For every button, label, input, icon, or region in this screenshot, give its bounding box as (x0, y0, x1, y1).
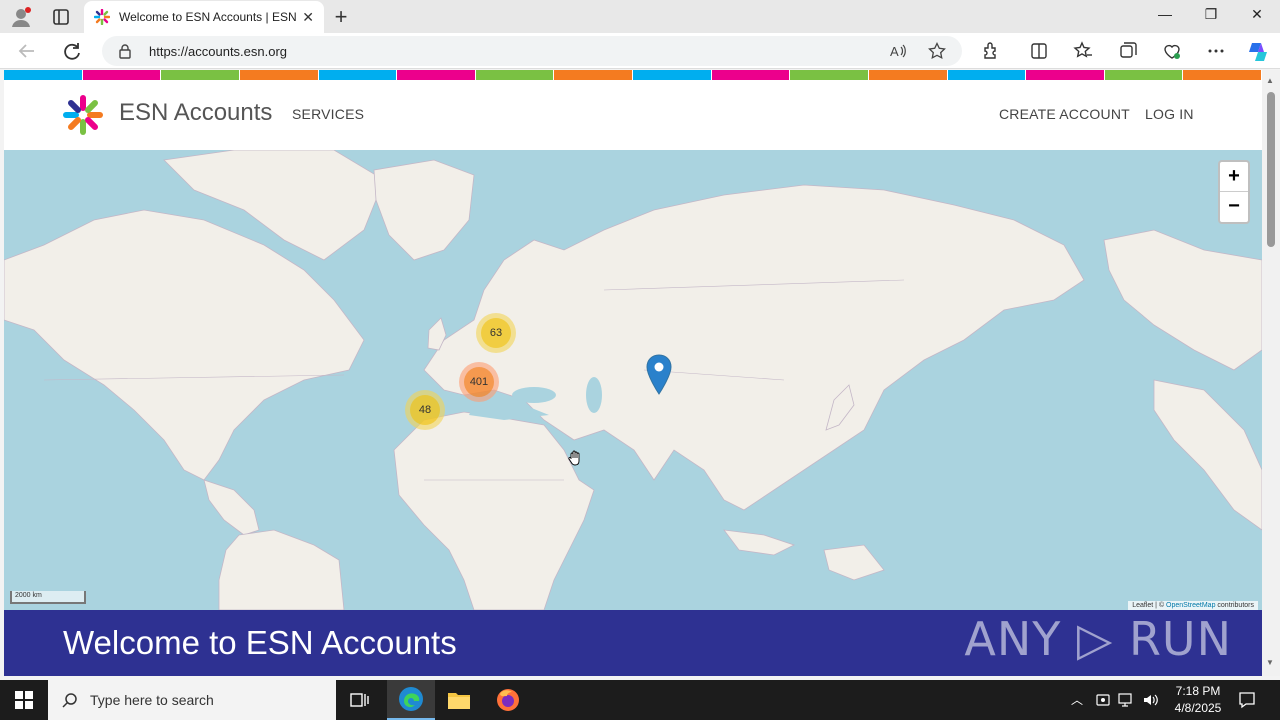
tab-title: Welcome to ESN Accounts | ESN (119, 10, 297, 24)
color-stripe-segment (475, 70, 555, 80)
welcome-banner: Welcome to ESN Accounts ANY ▷ RUN (4, 610, 1262, 676)
firefox-icon (497, 689, 519, 711)
scroll-thumb[interactable] (1267, 92, 1275, 247)
cluster-count: 48 (410, 395, 440, 425)
url-field[interactable]: https://accounts.esn.org A (102, 36, 962, 66)
copilot-icon[interactable] (1246, 40, 1270, 64)
cluster-count: 401 (464, 367, 494, 397)
profile-icon[interactable] (10, 6, 32, 28)
world-map[interactable]: 63 401 48 + − 2000 km Leaflet | © OpenSt… (4, 150, 1262, 610)
scroll-down-icon[interactable]: ▼ (1266, 658, 1274, 667)
map-cluster[interactable]: 48 (405, 390, 445, 430)
site-header: ESN Accounts SERVICES CREATE ACCOUNT LOG… (4, 80, 1262, 150)
favorites-icon[interactable] (1073, 41, 1093, 61)
taskbar-firefox[interactable] (484, 680, 532, 720)
clock-time: 7:18 PM (1175, 684, 1221, 698)
taskbar-edge[interactable] (387, 680, 435, 720)
search-icon (62, 693, 77, 708)
nav-services[interactable]: SERVICES (292, 106, 364, 122)
color-stripe-segment (947, 70, 1027, 80)
color-stripe-segment (239, 70, 319, 80)
zoom-in-button[interactable]: + (1220, 162, 1248, 192)
tab-active[interactable]: Welcome to ESN Accounts | ESN ✕ (84, 1, 324, 33)
hand-cursor-icon (568, 450, 580, 466)
start-button[interactable] (0, 680, 48, 720)
tab-close-icon[interactable]: ✕ (302, 9, 314, 26)
color-stripe-segment (868, 70, 948, 80)
extensions-icon[interactable] (981, 41, 1001, 61)
split-screen-icon[interactable] (1029, 41, 1049, 61)
more-options-icon[interactable] (1206, 41, 1226, 61)
url-text: https://accounts.esn.org (149, 43, 288, 59)
lock-icon[interactable] (118, 43, 132, 59)
nav-log-in[interactable]: LOG IN (1145, 106, 1194, 122)
address-bar: https://accounts.esn.org A (0, 33, 1280, 69)
task-view-icon (350, 693, 369, 707)
attribution-tail: contributors (1215, 602, 1254, 609)
welcome-heading: Welcome to ESN Accounts (63, 624, 457, 661)
osm-link[interactable]: OpenStreetMap (1166, 602, 1215, 609)
color-stripe-segment (4, 70, 83, 80)
map-cluster[interactable]: 63 (476, 313, 516, 353)
task-view-button[interactable] (336, 680, 384, 720)
taskbar-file-explorer[interactable] (435, 680, 483, 720)
color-stripes (4, 70, 1262, 80)
taskbar: Type here to search ︿ 7:18 PM 4/8/2025 (0, 680, 1280, 720)
tab-bar: Welcome to ESN Accounts | ESN ✕ + — ❐ ✕ (0, 0, 1280, 33)
browser-essentials-icon[interactable] (1162, 41, 1182, 61)
restore-icon[interactable]: ❐ (1200, 6, 1222, 23)
refresh-icon[interactable] (61, 40, 83, 62)
esn-star-logo-icon[interactable] (62, 94, 104, 136)
page-scrollbar[interactable]: ▲ ▼ (1262, 70, 1280, 676)
color-stripe-segment (318, 70, 398, 80)
show-hidden-icons[interactable]: ︿ (1071, 691, 1083, 708)
color-stripe-segment (1104, 70, 1184, 80)
volume-icon[interactable] (1142, 692, 1160, 708)
svg-text:A: A (890, 44, 899, 59)
new-tab-button[interactable]: + (330, 4, 352, 30)
page-content: ESN Accounts SERVICES CREATE ACCOUNT LOG… (4, 70, 1262, 676)
favorite-star-icon[interactable] (928, 42, 946, 60)
meet-now-icon[interactable] (1095, 692, 1111, 708)
color-stripe-segment (397, 70, 476, 80)
color-stripe-segment (1026, 70, 1105, 80)
map-tiles (4, 150, 1262, 610)
nav-create-account[interactable]: CREATE ACCOUNT (999, 106, 1130, 122)
attribution-separator: | © (1153, 602, 1167, 609)
scroll-up-icon[interactable]: ▲ (1266, 76, 1274, 85)
cluster-count: 63 (481, 318, 511, 348)
minimize-icon[interactable]: — (1154, 6, 1176, 22)
color-stripe-segment (161, 70, 240, 80)
clock-date: 4/8/2025 (1174, 701, 1222, 715)
color-stripe-segment (633, 70, 712, 80)
esn-favicon-icon (94, 9, 110, 25)
color-stripe-segment (790, 70, 869, 80)
map-scale: 2000 km (10, 591, 86, 604)
color-stripe-segment (1183, 70, 1262, 80)
window-close-icon[interactable]: ✕ (1246, 6, 1268, 23)
brand-name[interactable]: ESN Accounts (119, 99, 272, 127)
taskbar-search[interactable]: Type here to search (48, 680, 336, 720)
search-placeholder: Type here to search (90, 692, 214, 708)
color-stripe-segment (554, 70, 633, 80)
collections-icon[interactable] (1118, 41, 1138, 61)
color-stripe-segment (711, 70, 791, 80)
color-stripe-segment (82, 70, 162, 80)
network-icon[interactable] (1118, 692, 1136, 708)
map-attribution: Leaflet | © OpenStreetMap contributors (1128, 601, 1258, 610)
map-marker-icon[interactable] (646, 354, 672, 396)
anyrun-watermark: ANY ▷ RUN (964, 612, 1232, 666)
map-cluster[interactable]: 401 (459, 362, 499, 402)
zoom-out-button[interactable]: − (1220, 192, 1248, 222)
system-clock[interactable]: 7:18 PM 4/8/2025 (1160, 683, 1236, 717)
notifications-icon[interactable] (1238, 691, 1256, 709)
read-aloud-icon[interactable]: A (889, 42, 907, 60)
back-icon[interactable] (16, 40, 38, 62)
edge-icon (399, 687, 423, 711)
leaflet-link[interactable]: Leaflet (1132, 602, 1153, 609)
tab-actions-icon[interactable] (50, 6, 72, 28)
zoom-control: + − (1218, 160, 1250, 224)
windows-logo-icon (15, 691, 33, 709)
folder-icon (448, 693, 470, 709)
